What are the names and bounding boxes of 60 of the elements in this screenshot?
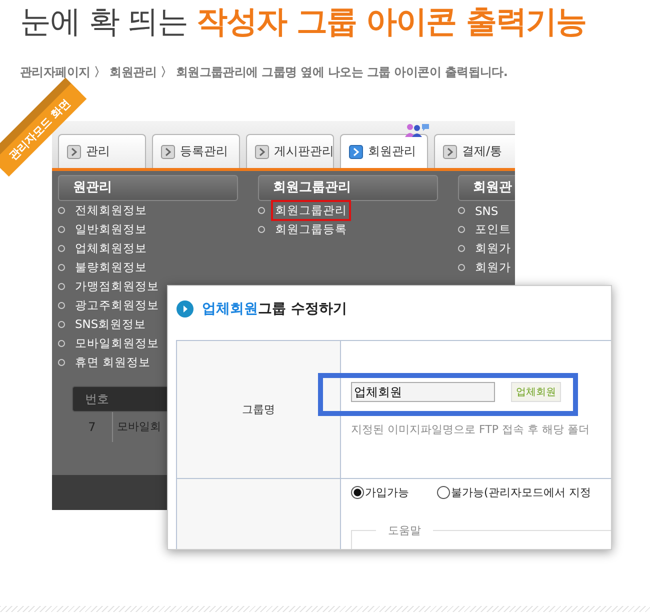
field-label: 그룹명 [242, 402, 275, 417]
radio-option[interactable]: 가입가능 [351, 485, 409, 500]
column-header: 번호 [84, 390, 109, 408]
menu-item[interactable]: 휴면 회원정보 [71, 352, 155, 373]
bullet-icon [58, 245, 65, 252]
menu-item[interactable]: 업체회원정보 [71, 238, 151, 259]
group-icon-badge: 업체회원 [511, 382, 561, 402]
bullet-icon [58, 226, 65, 233]
dialog-title: 업체회원그룹 수정하기 [202, 300, 347, 318]
description: 관리자페이지 〉 회원관리 〉 회원그룹관리에 그룹명 옆에 나오는 그룹 아이콘이 출력됩니다. [20, 64, 509, 81]
play-icon [176, 300, 194, 318]
nav-tab[interactable]: 회원관리 [340, 134, 428, 168]
bullet-icon [458, 264, 465, 271]
menu-item[interactable]: 전체회원정보 [71, 200, 151, 221]
bullet-icon [258, 226, 265, 233]
help-text: 지정된 이미지파일명으로 FTP 접속 후 해당 폴더 [351, 422, 590, 437]
chevron-icon [161, 144, 175, 158]
chevron-icon [67, 144, 81, 158]
bullet-icon [58, 340, 65, 347]
menu-header[interactable]: 회원관 [458, 175, 515, 201]
bullet-icon [58, 207, 65, 214]
menu-item[interactable]: 광고주회원정보 [71, 295, 163, 316]
nav-tab[interactable]: 등록관리 [152, 134, 240, 168]
menu-header[interactable]: 회원그룹관리 [258, 175, 438, 201]
radio-option[interactable]: 불가능(관리자모드에서 지정 [437, 485, 591, 500]
radio-button[interactable] [351, 486, 364, 499]
fieldset-legend: 도움말 [376, 523, 433, 538]
table-cell: 모바일회 [112, 412, 161, 442]
menu-item[interactable]: 모바일회원정보 [71, 333, 163, 354]
menu-item[interactable]: 가맹점회원정보 [71, 276, 163, 297]
nav-tab[interactable]: 관리 [58, 134, 146, 168]
nav-tab[interactable]: 게시판관리 [246, 134, 334, 168]
menu-item[interactable]: 회원그룹등록 [271, 219, 351, 240]
group-name-field[interactable]: 업체회원 [351, 382, 495, 402]
menu-item[interactable]: 일반회원정보 [71, 219, 151, 240]
bullet-icon [258, 207, 265, 214]
menu-item[interactable]: 회원가 [471, 257, 515, 278]
menu-header[interactable]: 원관리 [58, 175, 238, 201]
table-cell-text: 7 [87, 420, 97, 434]
bullet-icon [458, 226, 465, 233]
bullet-icon [58, 283, 65, 290]
menu-item[interactable]: 회원가 [471, 238, 515, 259]
chevron-icon [255, 144, 269, 158]
chevron-icon [349, 144, 363, 158]
menu-item[interactable]: 회원그룹관리 [271, 200, 351, 221]
headline: 눈에 확 띄는 작성자 그룹 아이콘 출력기능 [19, 3, 587, 42]
radio-button[interactable] [437, 486, 450, 499]
people-icon [404, 123, 430, 137]
bullet-icon [58, 359, 65, 366]
bullet-icon [58, 321, 65, 328]
bullet-icon [58, 302, 65, 309]
chevron-icon [443, 144, 457, 158]
menu-item[interactable]: SNS회원정보 [71, 314, 150, 335]
bullet-icon [458, 245, 465, 252]
bullet-icon [458, 207, 465, 214]
nav-tab[interactable]: 결제/통 [434, 134, 515, 168]
menu-item[interactable]: SNS [471, 200, 502, 220]
menu-item[interactable]: 불량회원정보 [71, 257, 151, 278]
bullet-icon [58, 264, 65, 271]
menu-item[interactable]: 포인트 [471, 219, 515, 240]
